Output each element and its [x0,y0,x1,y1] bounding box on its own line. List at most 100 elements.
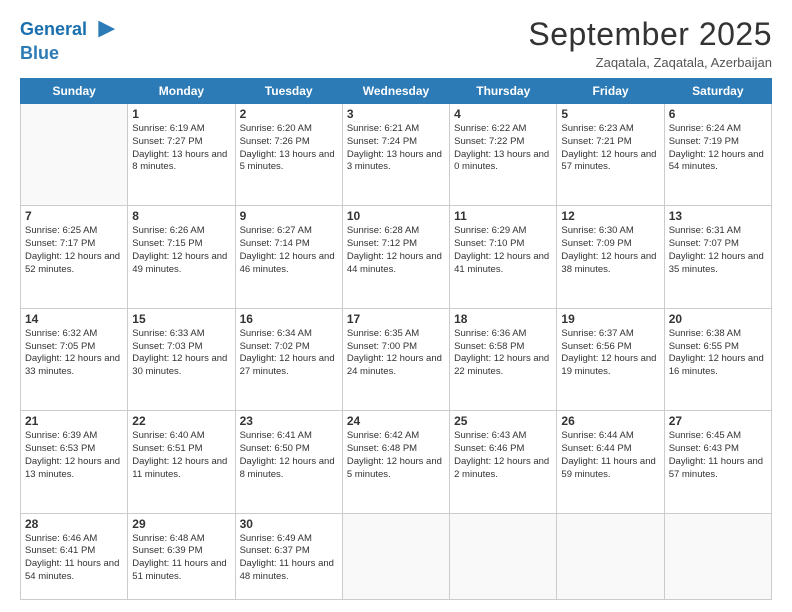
daylight-line2: 49 minutes. [132,264,230,277]
daylight-line1: Daylight: 12 hours and [240,251,338,264]
daylight-line2: 24 minutes. [347,366,445,379]
sunrise-text: Sunrise: 6:39 AM [25,430,123,443]
sunrise-text: Sunrise: 6:46 AM [25,533,123,546]
calendar-header-saturday: Saturday [664,79,771,104]
daylight-line1: Daylight: 12 hours and [25,353,123,366]
calendar-cell: 27 Sunrise: 6:45 AMSunset: 6:43 PMDayligh… [664,411,771,513]
sunrise-text: Sunrise: 6:19 AM [132,123,230,136]
sunset-text: Sunset: 6:48 PM [347,443,445,456]
daylight-line1: Daylight: 12 hours and [25,456,123,469]
daylight-line1: Daylight: 12 hours and [132,251,230,264]
daylight-line2: 46 minutes. [240,264,338,277]
daylight-line1: Daylight: 13 hours and [132,149,230,162]
day-number: 11 [454,209,552,223]
sunset-text: Sunset: 7:05 PM [25,341,123,354]
sunset-text: Sunset: 7:12 PM [347,238,445,251]
day-number: 22 [132,414,230,428]
calendar-cell: 13Sunrise: 6:31 AMSunset: 7:07 PMDayligh… [664,206,771,308]
daylight-line2: 8 minutes. [240,469,338,482]
day-number: 27 [669,414,767,428]
title-block: September 2025 Zaqatala, Zaqatala, Azerb… [528,16,772,70]
day-number: 18 [454,312,552,326]
day-number: 17 [347,312,445,326]
sunrise-text: Sunrise: 6:38 AM [669,328,767,341]
calendar-cell [664,513,771,599]
daylight-line2: 8 minutes. [132,161,230,174]
logo-text2: Blue [20,44,117,64]
daylight-line1: Daylight: 12 hours and [561,149,659,162]
daylight-line1: Daylight: 12 hours and [347,353,445,366]
sunset-text: Sunset: 7:14 PM [240,238,338,251]
sunrise-text: Sunrise: 6:44 AM [561,430,659,443]
calendar-header-wednesday: Wednesday [342,79,449,104]
day-number: 16 [240,312,338,326]
daylight-line1: Daylight: 11 hours and [669,456,767,469]
sunset-text: Sunset: 6:51 PM [132,443,230,456]
sunset-text: Sunset: 6:46 PM [454,443,552,456]
daylight-line1: Daylight: 11 hours and [561,456,659,469]
day-number: 23 [240,414,338,428]
calendar-cell: 10Sunrise: 6:28 AMSunset: 7:12 PMDayligh… [342,206,449,308]
daylight-line1: Daylight: 12 hours and [240,353,338,366]
calendar-cell: 3Sunrise: 6:21 AMSunset: 7:24 PMDaylight… [342,104,449,206]
daylight-line1: Daylight: 12 hours and [561,353,659,366]
sunset-text: Sunset: 6:43 PM [669,443,767,456]
daylight-line2: 22 minutes. [454,366,552,379]
daylight-line1: Daylight: 12 hours and [132,456,230,469]
sunrise-text: Sunrise: 6:22 AM [454,123,552,136]
sunrise-text: Sunrise: 6:26 AM [132,225,230,238]
calendar-cell: 8 Sunrise: 6:26 AMSunset: 7:15 PMDaylight… [128,206,235,308]
sunrise-text: Sunrise: 6:33 AM [132,328,230,341]
calendar-cell [342,513,449,599]
day-number: 29 [132,517,230,531]
sunrise-text: Sunrise: 6:32 AM [25,328,123,341]
calendar-week-row: 14Sunrise: 6:32 AMSunset: 7:05 PMDayligh… [21,308,772,410]
daylight-line2: 38 minutes. [561,264,659,277]
day-number: 4 [454,107,552,121]
calendar-cell: 22Sunrise: 6:40 AMSunset: 6:51 PMDayligh… [128,411,235,513]
sunset-text: Sunset: 7:27 PM [132,136,230,149]
day-number: 8 [132,209,230,223]
daylight-line1: Daylight: 11 hours and [132,558,230,571]
day-number: 6 [669,107,767,121]
sunrise-text: Sunrise: 6:27 AM [240,225,338,238]
calendar-cell: 25Sunrise: 6:43 AMSunset: 6:46 PMDayligh… [450,411,557,513]
sunset-text: Sunset: 6:55 PM [669,341,767,354]
daylight-line1: Daylight: 12 hours and [454,251,552,264]
daylight-line2: 54 minutes. [25,571,123,584]
daylight-line2: 16 minutes. [669,366,767,379]
calendar-week-row: 1Sunrise: 6:19 AMSunset: 7:27 PMDaylight… [21,104,772,206]
sunrise-text: Sunrise: 6:30 AM [561,225,659,238]
sunrise-text: Sunrise: 6:48 AM [132,533,230,546]
calendar-cell: 18Sunrise: 6:36 AMSunset: 6:58 PMDayligh… [450,308,557,410]
sunrise-text: Sunrise: 6:45 AM [669,430,767,443]
daylight-line2: 35 minutes. [669,264,767,277]
sunrise-text: Sunrise: 6:35 AM [347,328,445,341]
sunrise-text: Sunrise: 6:24 AM [669,123,767,136]
sunrise-text: Sunrise: 6:23 AM [561,123,659,136]
sunrise-text: Sunrise: 6:25 AM [25,225,123,238]
sunrise-text: Sunrise: 6:36 AM [454,328,552,341]
sunset-text: Sunset: 7:15 PM [132,238,230,251]
calendar-cell: 6Sunrise: 6:24 AMSunset: 7:19 PMDaylight… [664,104,771,206]
calendar-cell [557,513,664,599]
calendar-cell [21,104,128,206]
sunset-text: Sunset: 7:21 PM [561,136,659,149]
sunset-text: Sunset: 6:44 PM [561,443,659,456]
calendar-week-row: 21Sunrise: 6:39 AMSunset: 6:53 PMDayligh… [21,411,772,513]
daylight-line2: 48 minutes. [240,571,338,584]
calendar-cell: 11Sunrise: 6:29 AMSunset: 7:10 PMDayligh… [450,206,557,308]
daylight-line2: 5 minutes. [347,469,445,482]
day-number: 19 [561,312,659,326]
calendar-cell: 15Sunrise: 6:33 AMSunset: 7:03 PMDayligh… [128,308,235,410]
calendar-cell: 5Sunrise: 6:23 AMSunset: 7:21 PMDaylight… [557,104,664,206]
daylight-line2: 57 minutes. [561,161,659,174]
day-number: 30 [240,517,338,531]
sunset-text: Sunset: 6:53 PM [25,443,123,456]
calendar-cell: 16Sunrise: 6:34 AMSunset: 7:02 PMDayligh… [235,308,342,410]
daylight-line1: Daylight: 12 hours and [561,251,659,264]
daylight-line2: 2 minutes. [454,469,552,482]
day-number: 14 [25,312,123,326]
calendar-cell: 12Sunrise: 6:30 AMSunset: 7:09 PMDayligh… [557,206,664,308]
sunset-text: Sunset: 7:17 PM [25,238,123,251]
